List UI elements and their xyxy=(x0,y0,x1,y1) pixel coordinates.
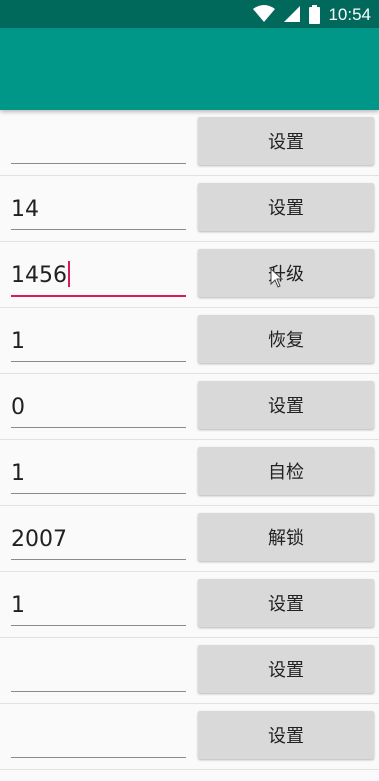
value-input[interactable]: 14 xyxy=(11,191,186,230)
value-input[interactable]: 1 xyxy=(11,455,186,494)
list-row: 0 设置 xyxy=(0,374,379,440)
list-row: 14 设置 xyxy=(0,176,379,242)
list-row: 设置 xyxy=(0,704,379,770)
value-input[interactable] xyxy=(11,653,186,692)
set-button[interactable]: 设置 xyxy=(198,381,374,429)
status-bar: 10:54 xyxy=(0,0,379,28)
list-row: 设置 xyxy=(0,638,379,704)
status-icons: 10:54 xyxy=(253,0,371,28)
value-input[interactable]: 0 xyxy=(11,389,186,428)
value-input[interactable]: 1 xyxy=(11,587,186,626)
signal-icon xyxy=(284,6,301,22)
app-bar xyxy=(0,28,379,110)
value-input[interactable]: 1 xyxy=(11,323,186,362)
list-row: 1 自检 xyxy=(0,440,379,506)
set-button[interactable]: 设置 xyxy=(198,579,374,627)
set-button[interactable]: 设置 xyxy=(198,183,374,231)
restore-button[interactable]: 恢复 xyxy=(198,315,374,363)
settings-list: 设置 14 设置 1456 升级 1 恢复 0 设置 1 自检 2007 解锁 … xyxy=(0,110,379,770)
value-input[interactable]: 2007 xyxy=(11,521,186,560)
self-check-button[interactable]: 自检 xyxy=(198,447,374,495)
set-button[interactable]: 设置 xyxy=(198,711,374,759)
list-row: 1 恢复 xyxy=(0,308,379,374)
set-button[interactable]: 设置 xyxy=(198,117,374,165)
list-row: 1456 升级 xyxy=(0,242,379,308)
value-input[interactable] xyxy=(11,719,186,758)
list-row: 设置 xyxy=(0,110,379,176)
value-input-text: 1456 xyxy=(11,263,67,288)
text-caret xyxy=(68,261,70,287)
battery-icon xyxy=(309,4,321,24)
value-input-focused[interactable]: 1456 xyxy=(11,257,186,297)
status-time: 10:54 xyxy=(328,4,371,24)
list-row: 1 设置 xyxy=(0,572,379,638)
upgrade-button[interactable]: 升级 xyxy=(198,249,374,297)
value-input[interactable] xyxy=(11,125,186,164)
mouse-cursor-icon xyxy=(270,268,284,288)
wifi-icon xyxy=(253,5,276,22)
list-row: 2007 解锁 xyxy=(0,506,379,572)
set-button[interactable]: 设置 xyxy=(198,645,374,693)
unlock-button[interactable]: 解锁 xyxy=(198,513,374,561)
